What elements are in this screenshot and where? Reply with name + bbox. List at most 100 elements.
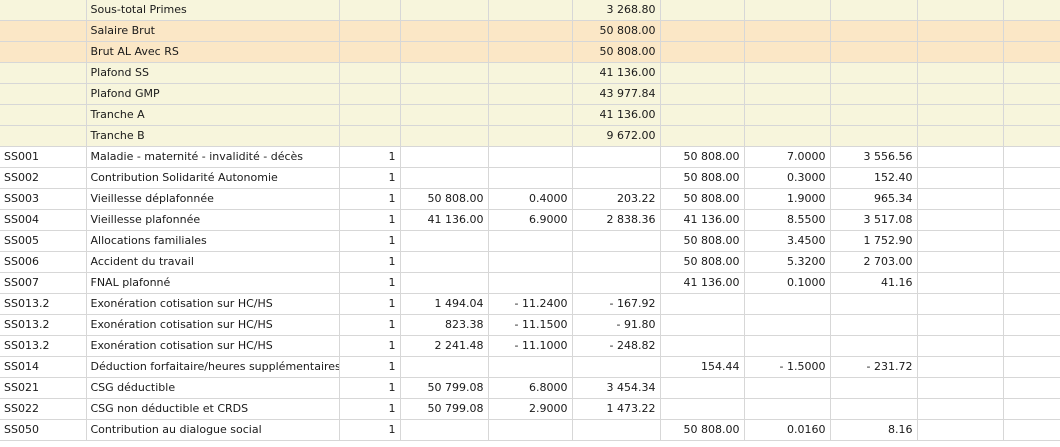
line-code: SS001 — [0, 146, 87, 168]
line-label: Allocations familiales — [86, 230, 340, 252]
summary-row[interactable]: Plafond SS 41 136.00 — [0, 62, 1060, 84]
employer-amount: 1 752.90 — [830, 230, 918, 252]
employer-amount: 3 556.56 — [830, 146, 918, 168]
employee-rate: 6.8000 — [488, 377, 573, 399]
empty-cell — [744, 41, 831, 63]
empty-cell — [1003, 167, 1060, 189]
line-label: FNAL plafonné — [86, 272, 340, 294]
employer-rate: 0.1000 — [744, 272, 831, 294]
empty-cell — [917, 146, 1004, 168]
employer-base: 50 808.00 — [660, 419, 745, 441]
employer-base — [660, 377, 745, 399]
empty-cell — [339, 41, 401, 63]
employee-rate — [488, 167, 573, 189]
employee-amount — [572, 356, 661, 378]
empty-cell — [1003, 104, 1060, 126]
contribution-row[interactable]: SS013.2 Exonération cotisation sur HC/HS 1… — [0, 314, 1060, 336]
empty-cell — [339, 62, 401, 84]
employer-rate: 3.4500 — [744, 230, 831, 252]
line-code: SS013.2 — [0, 293, 87, 315]
line-label: Contribution au dialogue social — [86, 419, 340, 441]
line-code: SS007 — [0, 272, 87, 294]
line-label: Vieillesse plafonnée — [86, 209, 340, 231]
contribution-row[interactable]: SS014 Déduction forfaitaire/heures supplé… — [0, 356, 1060, 378]
contribution-row[interactable]: SS013.2 Exonération cotisation sur HC/HS 1… — [0, 335, 1060, 357]
summary-row[interactable]: Tranche B 9 672.00 — [0, 125, 1060, 147]
employee-base — [400, 167, 489, 189]
summary-row[interactable]: Tranche A 41 136.00 — [0, 104, 1060, 126]
employee-amount — [572, 251, 661, 273]
summary-row[interactable]: Sous-total Primes 3 268.80 — [0, 0, 1060, 21]
employee-amount: - 167.92 — [572, 293, 661, 315]
employee-rate — [488, 356, 573, 378]
summary-value: 41 136.00 — [572, 104, 661, 126]
empty-cell — [917, 20, 1004, 42]
contribution-row[interactable]: SS002 Contribution Solidarité Autonomie 1 5… — [0, 167, 1060, 189]
empty-cell — [1003, 188, 1060, 210]
employee-base: 823.38 — [400, 314, 489, 336]
employee-base: 41 136.00 — [400, 209, 489, 231]
summary-value: 50 808.00 — [572, 20, 661, 42]
empty-cell — [339, 104, 401, 126]
empty-cell — [339, 20, 401, 42]
summary-row[interactable]: Salaire Brut 50 808.00 — [0, 20, 1060, 42]
empty-cell — [917, 377, 1004, 399]
empty-cell — [660, 0, 745, 21]
empty-cell — [400, 41, 489, 63]
employee-rate: - 11.1000 — [488, 335, 573, 357]
summary-row[interactable]: Plafond GMP 43 977.84 — [0, 83, 1060, 105]
line-label: Accident du travail — [86, 251, 340, 273]
employee-amount: 3 454.34 — [572, 377, 661, 399]
line-quantity: 1 — [339, 293, 401, 315]
empty-cell — [1003, 335, 1060, 357]
employee-base — [400, 356, 489, 378]
empty-cell — [660, 20, 745, 42]
contribution-row[interactable]: SS021 CSG déductible 1 50 799.08 6.8000 3 454… — [0, 377, 1060, 399]
empty-cell — [1003, 314, 1060, 336]
summary-row[interactable]: Brut AL Avec RS 50 808.00 — [0, 41, 1060, 63]
employer-rate: 5.3200 — [744, 251, 831, 273]
employer-amount — [830, 398, 918, 420]
empty-cell — [1003, 230, 1060, 252]
employer-base: 50 808.00 — [660, 230, 745, 252]
contribution-row[interactable]: SS005 Allocations familiales 1 50 808.00 3.4… — [0, 230, 1060, 252]
contribution-row[interactable]: SS007 FNAL plafonné 1 41 136.00 0.1000 41.16 — [0, 272, 1060, 294]
summary-code-cell — [0, 41, 87, 63]
employee-base: 1 494.04 — [400, 293, 489, 315]
line-quantity: 1 — [339, 377, 401, 399]
employer-base: 41 136.00 — [660, 272, 745, 294]
summary-label: Tranche A — [86, 104, 340, 126]
empty-cell — [744, 104, 831, 126]
line-quantity: 1 — [339, 230, 401, 252]
contribution-row[interactable]: SS001 Maladie - maternité - invalidité - … — [0, 146, 1060, 168]
employer-base: 50 808.00 — [660, 188, 745, 210]
employer-rate — [744, 293, 831, 315]
employer-rate — [744, 314, 831, 336]
employee-amount — [572, 230, 661, 252]
contribution-row[interactable]: SS003 Vieillesse déplafonnée 1 50 808.00 0.4… — [0, 188, 1060, 210]
empty-cell — [660, 62, 745, 84]
empty-cell — [1003, 356, 1060, 378]
line-quantity: 1 — [339, 419, 401, 441]
contribution-row[interactable]: SS013.2 Exonération cotisation sur HC/HS 1… — [0, 293, 1060, 315]
contribution-row[interactable]: SS006 Accident du travail 1 50 808.00 5.3200… — [0, 251, 1060, 273]
line-quantity: 1 — [339, 272, 401, 294]
contribution-row[interactable]: SS022 CSG non déductible et CRDS 1 50 799.0… — [0, 398, 1060, 420]
empty-cell — [400, 83, 489, 105]
employer-rate: 7.0000 — [744, 146, 831, 168]
empty-cell — [917, 314, 1004, 336]
empty-cell — [1003, 272, 1060, 294]
contribution-row[interactable]: SS004 Vieillesse plafonnée 1 41 136.00 6.900… — [0, 209, 1060, 231]
summary-code-cell — [0, 20, 87, 42]
contribution-row[interactable]: SS050 Contribution au dialogue social 1 50 … — [0, 419, 1060, 441]
summary-value: 50 808.00 — [572, 41, 661, 63]
employee-amount: 1 473.22 — [572, 398, 661, 420]
line-quantity: 1 — [339, 209, 401, 231]
employee-amount — [572, 419, 661, 441]
empty-cell — [744, 62, 831, 84]
employee-amount: - 248.82 — [572, 335, 661, 357]
line-code: SS021 — [0, 377, 87, 399]
summary-value: 9 672.00 — [572, 125, 661, 147]
summary-value: 3 268.80 — [572, 0, 661, 21]
empty-cell — [917, 335, 1004, 357]
